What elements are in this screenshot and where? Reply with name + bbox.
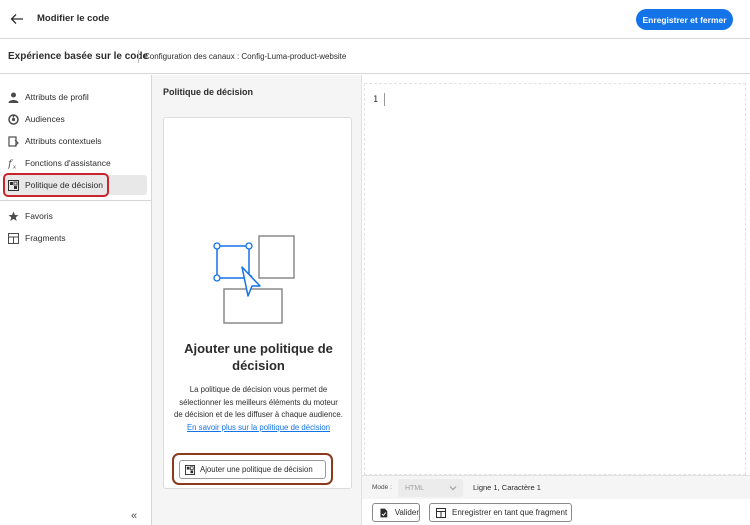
line-number: 1 bbox=[373, 95, 379, 105]
sidebar-item-label: Attributs contextuels bbox=[25, 136, 102, 146]
decision-policy-panel: Politique de décision Ajouter une politi… bbox=[152, 75, 362, 525]
back-arrow-icon[interactable] bbox=[10, 12, 24, 26]
chevron-down-icon bbox=[449, 486, 457, 491]
sidebar-item-profile-attributes[interactable]: Attributs de profil bbox=[4, 87, 147, 107]
editor-status-bar: Mode : HTML Ligne 1, Caractère 1 bbox=[362, 475, 750, 499]
sidebar-item-label: Fonctions d'assistance bbox=[25, 158, 111, 168]
sidebar-item-audiences[interactable]: Audiences bbox=[4, 109, 147, 129]
page-title: Modifier le code bbox=[37, 13, 110, 24]
highlight-annotation: Ajouter une politique de décision bbox=[172, 453, 333, 485]
sidebar-item-contextual-attributes[interactable]: Attributs contextuels bbox=[4, 131, 147, 151]
sub-header: Expérience basée sur le code Configurati… bbox=[0, 39, 750, 74]
sidebar-item-helper-functions[interactable]: fx Fonctions d'assistance bbox=[4, 153, 147, 173]
context-icon bbox=[8, 135, 19, 147]
decision-icon bbox=[185, 464, 195, 475]
editor-actions: Valider Enregistrer en tant que fragment bbox=[362, 499, 750, 525]
description-text: La politique de décision vous permet de … bbox=[174, 385, 343, 419]
save-as-fragment-button[interactable]: Enregistrer en tant que fragment bbox=[429, 503, 572, 522]
text-cursor bbox=[384, 93, 385, 106]
code-editor-area: 1 Mode : HTML Ligne 1, Caractère 1 Valid… bbox=[362, 75, 750, 525]
sidebar-item-label: Audiences bbox=[25, 114, 65, 124]
sidebar-item-label: Attributs de profil bbox=[25, 92, 89, 102]
save-fragment-label: Enregistrer en tant que fragment bbox=[452, 508, 568, 517]
function-icon: fx bbox=[8, 158, 19, 169]
fragment-icon bbox=[8, 232, 19, 244]
fragment-icon bbox=[436, 507, 446, 518]
code-editor[interactable]: 1 bbox=[364, 83, 746, 475]
sidebar: Attributs de profil Audiences Attributs … bbox=[0, 75, 152, 525]
mode-select[interactable]: HTML bbox=[398, 479, 463, 497]
mode-label: Mode : bbox=[372, 484, 392, 491]
sidebar-item-label: Fragments bbox=[25, 233, 66, 243]
save-and-close-button[interactable]: Enregistrer et fermer bbox=[636, 9, 733, 30]
sidebar-item-label: Favoris bbox=[25, 211, 53, 221]
validate-button[interactable]: Valider bbox=[372, 503, 420, 522]
person-icon bbox=[8, 92, 19, 103]
empty-state-card: Ajouter une politique de décision La pol… bbox=[163, 117, 352, 489]
cursor-position: Ligne 1, Caractère 1 bbox=[473, 483, 541, 492]
add-button-label: Ajouter une politique de décision bbox=[200, 465, 313, 474]
channel-config: Configuration des canaux : Config-Luma-p… bbox=[144, 52, 347, 61]
learn-more-link[interactable]: En savoir plus sur la politique de décis… bbox=[187, 423, 330, 432]
add-decision-policy-button[interactable]: Ajouter une politique de décision bbox=[179, 460, 326, 479]
empty-state-heading: Ajouter une politique de décision bbox=[184, 341, 333, 373]
validate-label: Valider bbox=[394, 508, 419, 517]
highlight-annotation bbox=[3, 173, 109, 197]
empty-state-description: La politique de décision vous permet de … bbox=[174, 384, 343, 434]
experience-title: Expérience basée sur le code bbox=[8, 51, 149, 62]
collapse-sidebar-icon[interactable]: « bbox=[131, 510, 137, 522]
mode-value: HTML bbox=[405, 484, 425, 492]
audience-icon bbox=[8, 113, 19, 125]
document-check-icon bbox=[380, 508, 388, 517]
sidebar-divider bbox=[0, 200, 152, 201]
svg-text:x: x bbox=[13, 164, 16, 169]
star-icon bbox=[8, 211, 19, 222]
decision-illustration-icon bbox=[213, 235, 295, 324]
top-bar: Modifier le code Enregistrer et fermer bbox=[0, 0, 750, 39]
panel-title: Politique de décision bbox=[163, 87, 254, 97]
sidebar-item-fragments[interactable]: Fragments bbox=[4, 228, 147, 248]
divider bbox=[138, 50, 139, 63]
sidebar-item-favorites[interactable]: Favoris bbox=[4, 206, 147, 226]
